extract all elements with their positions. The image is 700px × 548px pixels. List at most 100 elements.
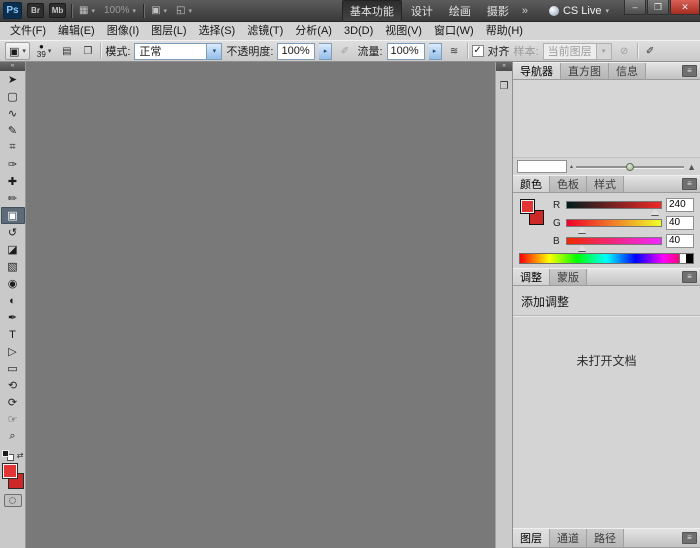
maximize-button[interactable]: ❐ (647, 0, 669, 15)
tool-3d-object-rotate[interactable]: ⟲ (1, 377, 25, 394)
photoshop-logo[interactable]: Ps (3, 2, 22, 19)
chevron-down-icon[interactable]: ▾ (206, 44, 221, 59)
toggle-brush-panel-button[interactable]: ▤ (58, 43, 75, 60)
ignore-adjustment-layers-icon[interactable]: ⊘ (616, 43, 633, 60)
menu-file[interactable]: 文件(F) (4, 23, 52, 39)
workspace-photography[interactable]: 摄影 (480, 1, 516, 21)
expand-dock-button[interactable]: « (496, 62, 512, 71)
airbrush-icon[interactable]: ≋ (446, 43, 463, 60)
color-ramp[interactable] (519, 253, 694, 264)
panel-menu-icon[interactable]: ≡ (682, 65, 697, 77)
slider-thumb[interactable] (626, 163, 634, 171)
tab-adjustments[interactable]: 调整 (513, 269, 550, 285)
menu-3d[interactable]: 3D(D) (338, 23, 379, 39)
tab-swatches[interactable]: 色板 (550, 176, 587, 192)
default-colors-button[interactable] (2, 450, 14, 461)
tab-paths[interactable]: 路径 (587, 529, 624, 547)
tab-color[interactable]: 颜色 (513, 176, 550, 192)
quick-mask-button[interactable] (4, 494, 22, 507)
toolbar-collapse-button[interactable]: « (0, 62, 25, 71)
tab-styles[interactable]: 样式 (587, 176, 624, 192)
tool-history-brush[interactable]: ↺ (1, 224, 25, 241)
panel-menu-icon[interactable]: ≡ (682, 178, 697, 190)
tool-quick-selection[interactable]: ✎ (1, 122, 25, 139)
tool-rectangle-shape[interactable]: ▭ (1, 360, 25, 377)
color-ramp-white[interactable] (679, 254, 686, 263)
tool-spot-healing-brush[interactable]: ✚ (1, 173, 25, 190)
tab-masks[interactable]: 蒙版 (550, 269, 587, 285)
workspace-overflow-button[interactable]: » (518, 5, 532, 17)
tool-blur[interactable]: ◉ (1, 275, 25, 292)
workspace-design[interactable]: 设计 (404, 1, 440, 21)
tool-hand[interactable]: ☞ (1, 411, 25, 428)
brush-preset-picker[interactable]: ● 39 ▾ (34, 41, 54, 61)
color-ramp-black[interactable] (686, 254, 693, 263)
opacity-field[interactable]: 100% (277, 43, 315, 60)
minimize-button[interactable]: – (624, 0, 646, 15)
tab-histogram[interactable]: 直方图 (561, 63, 609, 79)
slider-thumb[interactable] (651, 209, 659, 215)
workspace-essentials[interactable]: 基本功能 (342, 0, 402, 22)
menu-layer[interactable]: 图层(L) (145, 23, 192, 39)
tab-info[interactable]: 信息 (609, 63, 646, 79)
sample-select[interactable]: 当前图层 ▾ (543, 43, 612, 60)
blend-mode-select[interactable]: 正常 ▾ (134, 43, 222, 60)
menu-analysis[interactable]: 分析(A) (289, 23, 338, 39)
cs-live-button[interactable]: CS Live ▾ (549, 5, 609, 17)
menu-window[interactable]: 窗口(W) (428, 23, 480, 39)
panel-menu-icon[interactable]: ≡ (682, 532, 697, 544)
toggle-clone-source-panel-button[interactable]: ❐ (79, 43, 96, 60)
zoom-out-icon[interactable]: ▴ (570, 163, 573, 170)
tool-clone-stamp[interactable]: ▣ (1, 207, 25, 224)
opacity-pressure-icon[interactable]: ✐ (336, 43, 353, 60)
tab-layers[interactable]: 图层 (513, 529, 550, 547)
slider-thumb[interactable] (578, 227, 586, 233)
tool-path-selection[interactable]: ▷ (1, 343, 25, 360)
opacity-slider-button[interactable]: ▸ (319, 43, 332, 60)
tool-eraser[interactable]: ◪ (1, 241, 25, 258)
tool-preset-picker[interactable]: ▣ ▾ (5, 42, 30, 60)
tool-gradient[interactable]: ▧ (1, 258, 25, 275)
tool-rectangular-marquee[interactable]: ▢ (1, 88, 25, 105)
tool-type[interactable]: T (1, 326, 25, 343)
menu-select[interactable]: 选择(S) (193, 23, 242, 39)
channel-r-value[interactable]: 240 (666, 198, 694, 212)
channel-g-value[interactable]: 40 (666, 216, 694, 230)
tool-move[interactable]: ➤ (1, 71, 25, 88)
screen-mode-button[interactable]: ◱ ▾ (174, 4, 194, 17)
menu-image[interactable]: 图像(I) (101, 23, 145, 39)
size-pressure-icon[interactable]: ✐ (642, 43, 659, 60)
slider-thumb[interactable] (578, 245, 586, 251)
menu-filter[interactable]: 滤镜(T) (241, 23, 289, 39)
channel-r-slider[interactable] (566, 201, 662, 209)
bridge-icon[interactable]: Br (27, 3, 44, 18)
swap-colors-button[interactable]: ⇄ (17, 451, 24, 460)
tool-zoom[interactable]: ⌕ (1, 428, 25, 445)
channel-b-slider[interactable] (566, 237, 662, 245)
menu-edit[interactable]: 编辑(E) (52, 23, 101, 39)
flow-slider-button[interactable]: ▸ (429, 43, 442, 60)
arrange-documents-button[interactable]: ▣ ▾ (149, 4, 169, 17)
menu-help[interactable]: 帮助(H) (480, 23, 529, 39)
foreground-color-swatch[interactable] (520, 199, 535, 214)
tool-pen[interactable]: ✒ (1, 309, 25, 326)
tool-eyedropper[interactable]: ✑ (1, 156, 25, 173)
tool-lasso[interactable]: ∿ (1, 105, 25, 122)
navigator-zoom-field[interactable] (517, 160, 567, 173)
workspace-painting[interactable]: 绘画 (442, 1, 478, 21)
zoom-in-icon[interactable]: ▲ (687, 162, 696, 172)
close-button[interactable]: ✕ (670, 0, 700, 15)
aligned-checkbox[interactable]: ✓ (472, 45, 484, 57)
tool-dodge[interactable]: ◐ (1, 292, 25, 309)
collapsed-panel-icon-button[interactable]: ❐ (497, 76, 512, 96)
panel-menu-icon[interactable]: ≡ (682, 271, 697, 283)
channel-g-slider[interactable] (566, 219, 662, 227)
tool-3d-camera-rotate[interactable]: ⟳ (1, 394, 25, 411)
tool-crop[interactable]: ⌗ (1, 139, 25, 156)
tab-navigator[interactable]: 导航器 (513, 63, 561, 79)
tab-channels[interactable]: 通道 (550, 529, 587, 547)
menu-view[interactable]: 视图(V) (379, 23, 428, 39)
mini-bridge-icon[interactable]: Mb (49, 3, 66, 18)
navigator-zoom-slider[interactable] (576, 161, 684, 173)
zoom-level-button[interactable]: 100% ▾ (102, 4, 138, 17)
